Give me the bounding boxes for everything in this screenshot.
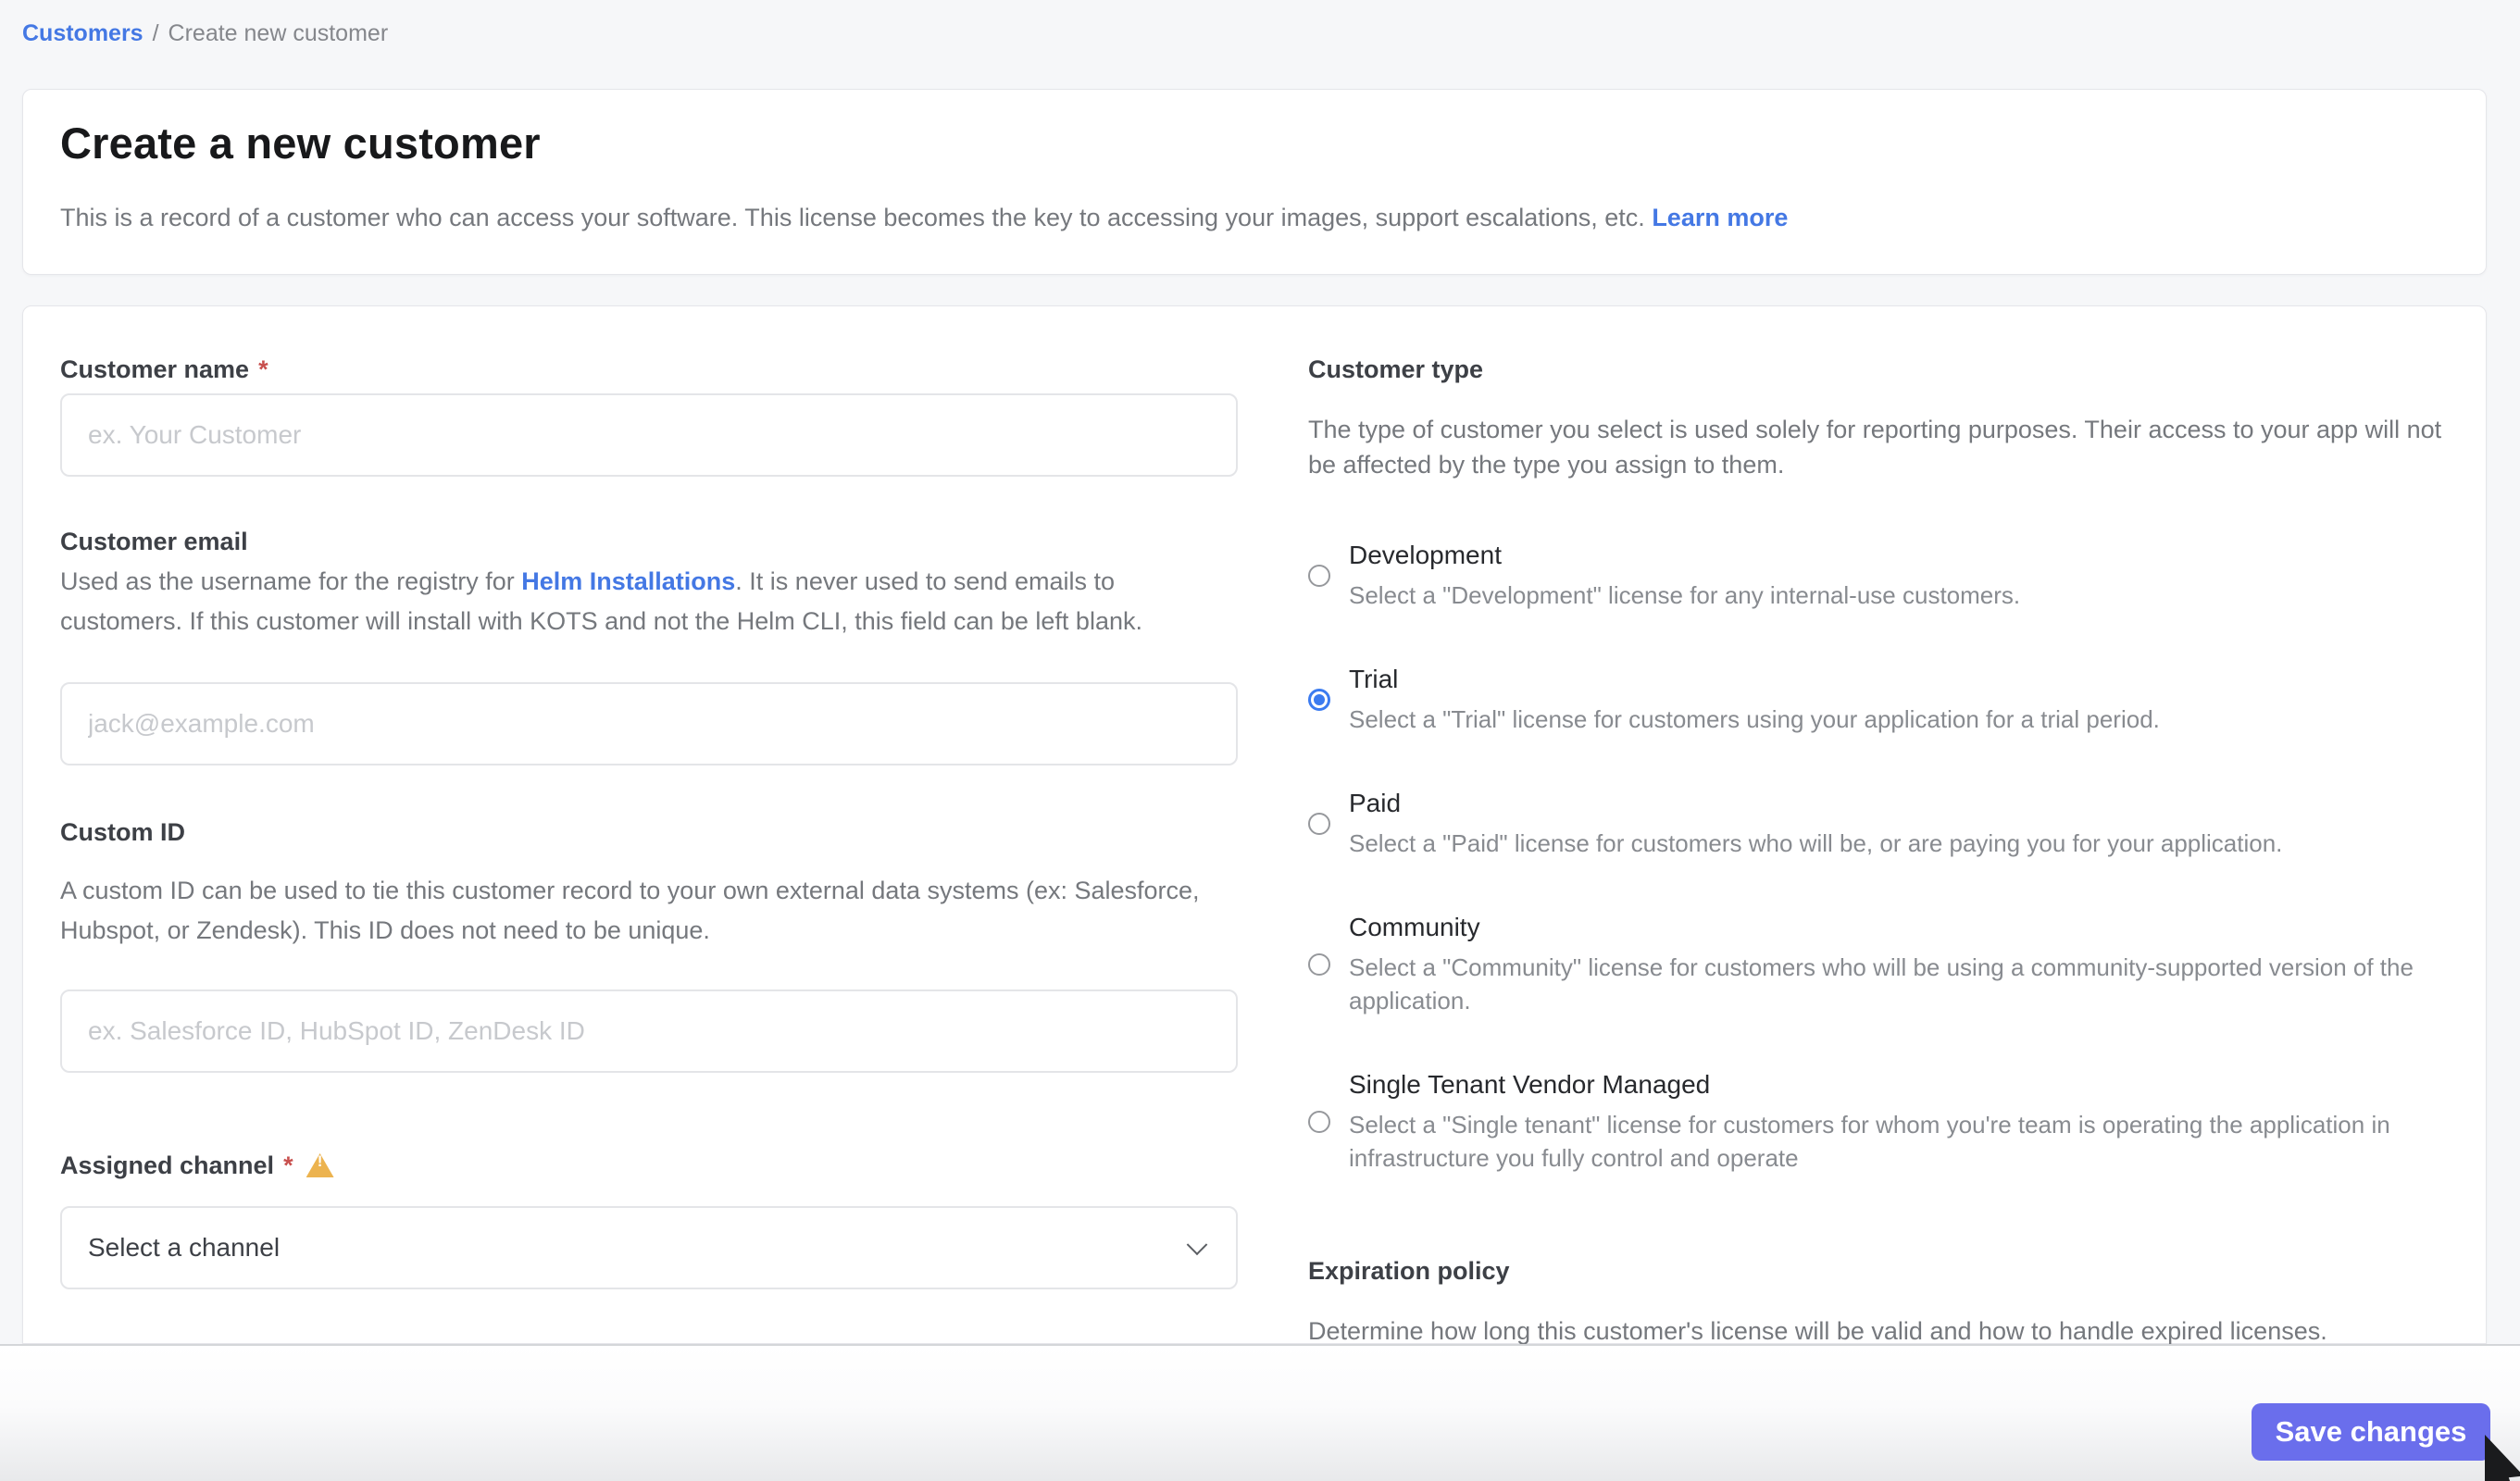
custom-id-label: Custom ID	[60, 817, 1238, 847]
save-bar: Save changes	[0, 1344, 2520, 1481]
radio-trial[interactable]	[1308, 689, 1330, 711]
radio-option-text: Single Tenant Vendor Managed Select a "S…	[1349, 1069, 2460, 1175]
form-right-column: Customer type The type of customer you s…	[1308, 355, 2460, 1343]
page-description: This is a record of a customer who can a…	[60, 204, 2449, 232]
customer-name-input[interactable]	[60, 393, 1238, 477]
radio-option-title: Development	[1349, 540, 2020, 571]
page-description-text: This is a record of a customer who can a…	[60, 204, 1645, 231]
required-asterisk: *	[258, 355, 268, 384]
custom-id-label-text: Custom ID	[60, 817, 185, 847]
customer-email-label: Customer email	[60, 527, 1238, 556]
radio-option-trial[interactable]: Trial Select a "Trial" license for custo…	[1308, 664, 2460, 736]
radio-option-text: Community Select a "Community" license f…	[1349, 912, 2460, 1017]
custom-id-description: A custom ID can be used to tie this cust…	[60, 871, 1238, 951]
customer-type-label: Customer type	[1308, 355, 2460, 384]
radio-option-paid[interactable]: Paid Select a "Paid" license for custome…	[1308, 788, 2460, 860]
customer-type-description: The type of customer you select is used …	[1308, 412, 2460, 482]
radio-option-title: Trial	[1349, 664, 2160, 695]
radio-option-title: Community	[1349, 912, 2460, 943]
chevron-down-icon	[1187, 1234, 1208, 1255]
expiration-policy-label: Expiration policy	[1308, 1256, 2460, 1286]
radio-option-description: Select a "Community" license for custome…	[1349, 951, 2460, 1017]
assigned-channel-label: Assigned channel * !	[60, 1151, 1238, 1180]
radio-option-description: Select a "Paid" license for customers wh…	[1349, 827, 2282, 860]
breadcrumb-link-customers[interactable]: Customers	[22, 20, 143, 46]
radio-development[interactable]	[1308, 565, 1330, 587]
channel-select[interactable]: Select a channel	[60, 1206, 1238, 1289]
radio-option-description: Select a "Development" license for any i…	[1349, 579, 2020, 612]
radio-option-community[interactable]: Community Select a "Community" license f…	[1308, 912, 2460, 1017]
customer-email-label-text: Customer email	[60, 527, 248, 556]
form-left-column: Customer name * Customer email Used as t…	[60, 355, 1238, 1343]
radio-option-title: Single Tenant Vendor Managed	[1349, 1069, 2460, 1101]
required-asterisk: *	[283, 1151, 293, 1180]
assigned-channel-label-text: Assigned channel	[60, 1151, 274, 1180]
learn-more-link[interactable]: Learn more	[1652, 204, 1788, 231]
breadcrumb-current: Create new customer	[168, 20, 389, 46]
radio-option-description: Select a "Single tenant" license for cus…	[1349, 1108, 2460, 1175]
expiration-policy-description: Determine how long this customer's licen…	[1308, 1317, 2460, 1346]
warning-icon: !	[306, 1153, 334, 1177]
create-customer-form-card: Customer name * Customer email Used as t…	[22, 305, 2487, 1344]
radio-option-description: Select a "Trial" license for customers u…	[1349, 703, 2160, 736]
radio-option-text: Trial Select a "Trial" license for custo…	[1349, 664, 2160, 736]
radio-option-single-tenant-vendor-managed[interactable]: Single Tenant Vendor Managed Select a "S…	[1308, 1069, 2460, 1175]
customer-email-description-pre: Used as the username for the registry fo…	[60, 567, 521, 595]
radio-paid[interactable]	[1308, 813, 1330, 835]
radio-option-text: Paid Select a "Paid" license for custome…	[1349, 788, 2282, 860]
customer-name-label-text: Customer name	[60, 355, 249, 384]
expiration-policy-label-text: Expiration policy	[1308, 1256, 1510, 1286]
page-header-card: Create a new customer This is a record o…	[22, 89, 2487, 275]
customer-email-description: Used as the username for the registry fo…	[60, 562, 1238, 641]
custom-id-input[interactable]	[60, 989, 1238, 1073]
radio-single-tenant-vendor-managed[interactable]	[1308, 1111, 1330, 1133]
radio-option-title: Paid	[1349, 788, 2282, 819]
page-title: Create a new customer	[60, 118, 2449, 168]
radio-option-development[interactable]: Development Select a "Development" licen…	[1308, 540, 2460, 612]
breadcrumb: Customers / Create new customer	[22, 20, 388, 47]
save-changes-button[interactable]: Save changes	[2252, 1403, 2490, 1461]
customer-name-label: Customer name *	[60, 355, 1238, 384]
radio-option-text: Development Select a "Development" licen…	[1349, 540, 2020, 612]
customer-type-label-text: Customer type	[1308, 355, 1483, 384]
warning-exclamation: !	[306, 1147, 334, 1176]
channel-select-value: Select a channel	[88, 1233, 280, 1263]
breadcrumb-separator: /	[153, 20, 159, 46]
helm-installations-link[interactable]: Helm Installations	[521, 567, 735, 595]
radio-community[interactable]	[1308, 953, 1330, 976]
customer-email-input[interactable]	[60, 682, 1238, 765]
